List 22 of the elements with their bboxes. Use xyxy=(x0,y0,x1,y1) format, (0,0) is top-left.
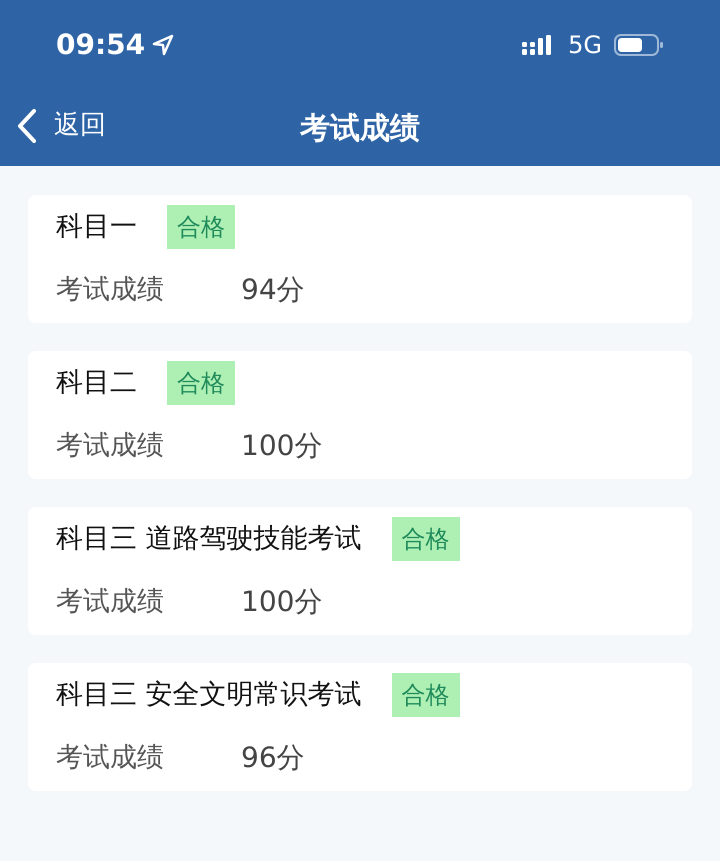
score-label: 考试成绩 xyxy=(56,428,165,463)
subject-title: 科目三 安全文明常识考试 xyxy=(56,678,362,712)
subject-title: 科目一 xyxy=(56,210,137,244)
score-label: 考试成绩 xyxy=(56,740,165,775)
score-value: 96分 xyxy=(241,740,305,776)
network-label: 5G xyxy=(568,30,602,61)
back-button[interactable]: 返回 xyxy=(14,106,106,145)
score-value: 100分 xyxy=(241,584,322,620)
page-title: 考试成绩 xyxy=(300,110,420,148)
pass-badge: 合格 xyxy=(167,361,235,405)
subject-title: 科目二 xyxy=(56,366,137,400)
subject-title: 科目三 道路驾驶技能考试 xyxy=(56,522,362,556)
pass-badge: 合格 xyxy=(167,205,235,249)
battery-icon xyxy=(614,33,664,57)
pass-badge: 合格 xyxy=(392,673,460,717)
status-time: 09:54 xyxy=(56,27,146,63)
score-value: 100分 xyxy=(241,428,322,464)
score-value: 94分 xyxy=(241,272,305,308)
score-label: 考试成绩 xyxy=(56,584,165,619)
pass-badge: 合格 xyxy=(392,517,460,561)
location-icon xyxy=(151,33,176,57)
score-label: 考试成绩 xyxy=(56,272,165,307)
